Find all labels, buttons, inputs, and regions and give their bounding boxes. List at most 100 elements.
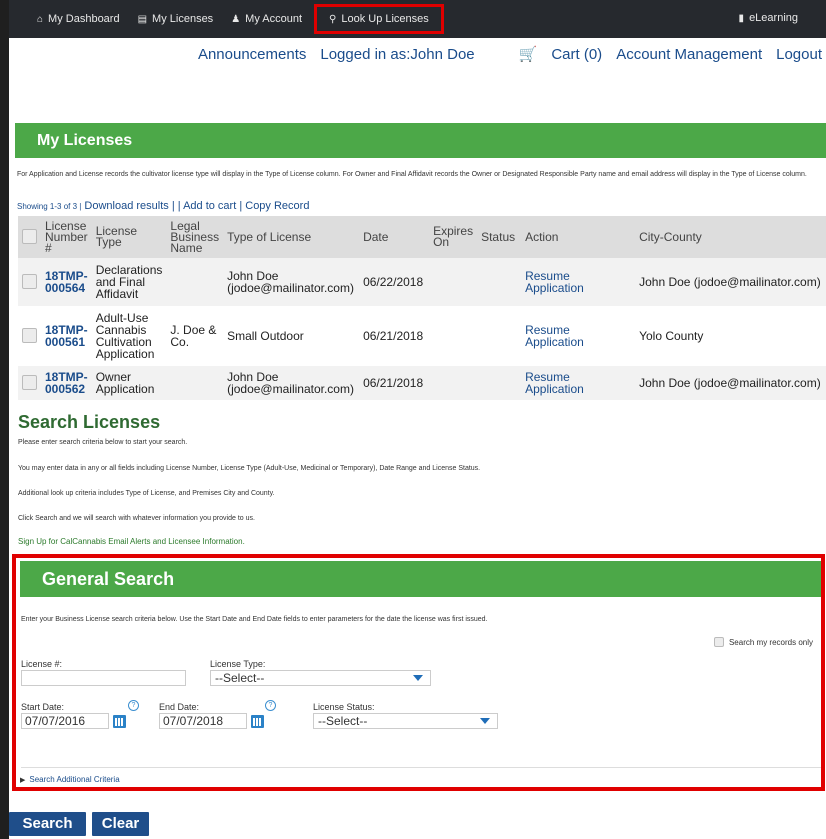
col-license-number[interactable]: License Number # (41, 216, 92, 258)
user-icon: ♟ (231, 13, 241, 25)
help-icon[interactable]: ? (265, 700, 276, 711)
search-my-records-option[interactable]: Search my records only (713, 637, 813, 647)
row-checkbox[interactable] (22, 273, 37, 289)
table-header-row: License Number # License Type Legal Busi… (18, 216, 826, 258)
col-expires-on[interactable]: Expires On (429, 216, 478, 258)
home-icon: ⌂ (37, 13, 44, 25)
col-type-of-license[interactable]: Type of License (223, 216, 360, 258)
type-of-license-cell: Small Outdoor (223, 306, 360, 366)
col-legal-business-name[interactable]: Legal Business Name (166, 216, 224, 258)
license-status-select[interactable]: --Select-- (313, 713, 498, 729)
license-type-cell: Adult-Use Cannabis Cultivation Applicati… (91, 306, 167, 366)
top-navigation: ⌂ My Dashboard ▤ My Licenses ♟ My Account ⚲… (9, 0, 826, 38)
select-all-checkbox[interactable] (22, 228, 37, 244)
city-county-cell: John Doe (jodoe@mailinator.com) (635, 258, 826, 306)
row-checkbox[interactable] (22, 327, 37, 343)
license-type-cell: Owner Application (91, 366, 167, 400)
table-row: 18TMP-000562 Owner Application John Doe … (18, 366, 826, 400)
col-status[interactable]: Status (477, 216, 522, 258)
nav-look-up-licenses[interactable]: ⚲ Look Up Licenses (314, 4, 444, 34)
status-cell (477, 366, 522, 400)
expires-cell (429, 366, 478, 400)
start-date-label: Start Date: (21, 702, 65, 712)
expand-arrow-icon: ▶ (20, 777, 26, 784)
resume-application-link[interactable]: Resume Application (521, 306, 636, 366)
type-of-license-cell: John Doe (jodoe@mailinator.com) (223, 258, 360, 306)
chevron-down-icon (413, 675, 423, 681)
account-management-link[interactable]: Account Management (616, 46, 762, 63)
page: ⌂ My Dashboard ▤ My Licenses ♟ My Account ⚲… (9, 0, 826, 839)
business-name-cell (166, 366, 224, 400)
status-cell (477, 306, 522, 366)
chevron-down-icon (480, 718, 490, 724)
row-checkbox[interactable] (22, 374, 37, 390)
results-toolbar: Showing 1-3 of 3 | Download results | | … (17, 200, 309, 212)
search-instructions: You may enter data in any or all fields … (18, 465, 481, 472)
business-name-cell: J. Doe & Co. (166, 306, 224, 366)
logout-link[interactable]: Logout (776, 46, 822, 63)
table-row: 18TMP-000561 Adult-Use Cannabis Cultivat… (18, 306, 826, 366)
licenses-table: License Number # License Type Legal Busi… (18, 216, 826, 400)
calendar-icon[interactable] (113, 715, 126, 728)
nav-my-licenses[interactable]: ▤ My Licenses (138, 13, 214, 25)
calendar-icon[interactable] (251, 715, 264, 728)
utility-links: Announcements Logged in as:John Doe 🛒 Car… (9, 38, 826, 70)
resume-application-link[interactable]: Resume Application (521, 366, 636, 400)
business-name-cell (166, 258, 224, 306)
nav-elearning[interactable]: ▮ eLearning (739, 12, 798, 24)
book-icon: ▮ (738, 12, 745, 24)
city-county-cell: Yolo County (635, 306, 826, 366)
col-date[interactable]: Date (359, 216, 430, 258)
date-cell: 06/21/2018 (359, 306, 430, 366)
expires-cell (429, 258, 478, 306)
add-to-cart-link[interactable]: | Add to cart | (178, 200, 242, 212)
announcements-link[interactable]: Announcements (198, 46, 306, 63)
license-number-link[interactable]: 18TMP-000562 (41, 366, 92, 400)
logged-in-user: Logged in as:John Doe (320, 45, 475, 63)
license-status-label: License Status: (313, 702, 375, 712)
nav-my-account[interactable]: ♟ My Account (231, 13, 302, 25)
city-county-cell: John Doe (jodoe@mailinator.com) (635, 366, 826, 400)
my-licenses-header: My Licenses (15, 123, 826, 158)
start-date-input[interactable]: 07/07/2016 (21, 713, 109, 729)
expires-cell (429, 306, 478, 366)
cart-link[interactable]: 🛒 Cart (0) (505, 45, 603, 63)
col-city-county[interactable]: City-County (635, 216, 826, 258)
download-results-link[interactable]: Download results | (84, 200, 174, 212)
general-search-description: Enter your Business License search crite… (21, 616, 488, 623)
showing-count: Showing 1-3 of 3 | (17, 202, 82, 211)
license-type-label: License Type: (210, 659, 266, 669)
license-type-cell: Declarations and Final Affidavit (91, 258, 167, 306)
license-number-link[interactable]: 18TMP-000561 (41, 306, 92, 366)
my-licenses-note: For Application and License records the … (17, 171, 807, 178)
window-frame (0, 0, 9, 839)
license-number-input[interactable] (21, 670, 186, 686)
email-alerts-signup-link[interactable]: Sign Up for CalCannabis Email Alerts and… (18, 537, 245, 546)
search-instructions: Click Search and we will search with wha… (18, 515, 255, 522)
search-my-records-checkbox[interactable] (713, 637, 724, 647)
end-date-input[interactable]: 07/07/2018 (159, 713, 247, 729)
copy-record-link[interactable]: Copy Record (245, 200, 309, 212)
resume-application-link[interactable]: Resume Application (521, 258, 636, 306)
clear-button[interactable]: Clear (92, 812, 149, 836)
search-button[interactable]: Search (9, 812, 86, 836)
status-cell (477, 258, 522, 306)
col-license-type[interactable]: License Type (91, 216, 167, 258)
cart-icon: 🛒 (518, 46, 538, 63)
license-number-link[interactable]: 18TMP-000564 (41, 258, 92, 306)
search-instructions: Please enter search criteria below to st… (18, 439, 188, 446)
search-icon: ⚲ (329, 13, 337, 25)
license-type-select[interactable]: --Select-- (210, 670, 431, 686)
id-card-icon: ▤ (137, 13, 148, 25)
nav-my-dashboard[interactable]: ⌂ My Dashboard (37, 13, 120, 25)
type-of-license-cell: John Doe (jodoe@mailinator.com) (223, 366, 360, 400)
search-instructions: Additional look up criteria includes Typ… (18, 490, 275, 497)
help-icon[interactable]: ? (128, 700, 139, 711)
search-additional-criteria-toggle[interactable]: ▶ Search Additional Criteria (20, 775, 120, 784)
divider (21, 767, 821, 768)
col-action: Action (521, 216, 636, 258)
general-search-header: General Search (20, 561, 821, 597)
date-cell: 06/21/2018 (359, 366, 430, 400)
date-cell: 06/22/2018 (359, 258, 430, 306)
table-row: 18TMP-000564 Declarations and Final Affi… (18, 258, 826, 306)
